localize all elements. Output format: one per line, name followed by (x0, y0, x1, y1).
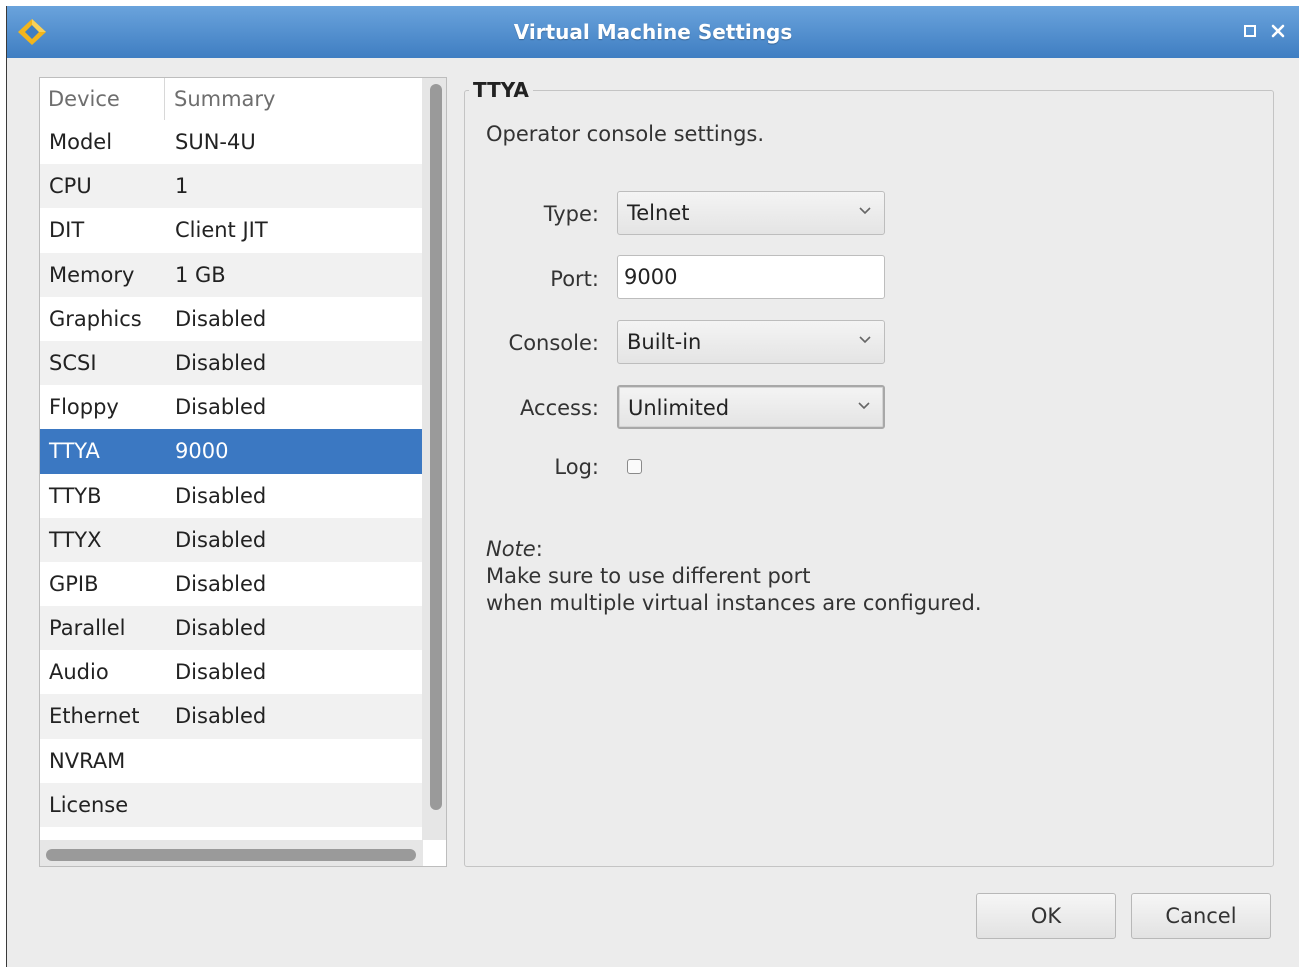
device-summary: SUN-4U (175, 130, 256, 154)
device-name: Memory (49, 262, 135, 287)
column-header-device[interactable]: Device (40, 78, 165, 120)
table-row[interactable]: Memory 1 GB (40, 252, 423, 297)
type-label: Type: (543, 202, 599, 226)
device-name: Ethernet (49, 704, 140, 729)
access-label: Access: (520, 396, 599, 420)
device-name: TTYA (49, 439, 100, 464)
device-name: License (49, 792, 129, 817)
console-label: Console: (508, 331, 599, 355)
device-name: Floppy (49, 395, 119, 420)
table-row[interactable]: NVRAM (40, 738, 423, 783)
device-name: Model (49, 130, 113, 154)
table-row[interactable]: Audio Disabled (40, 650, 423, 695)
device-name: DIT (49, 218, 85, 243)
vertical-scrollbar[interactable] (430, 84, 442, 810)
table-row[interactable]: CPU 1 (40, 164, 423, 209)
table-row[interactable]: GPIB Disabled (40, 561, 423, 607)
device-name: TTYX (49, 527, 102, 552)
device-summary: Disabled (175, 704, 267, 729)
device-name: NVRAM (49, 748, 126, 773)
maximize-button[interactable] (1239, 20, 1261, 42)
close-icon (1271, 24, 1285, 38)
cancel-button[interactable]: Cancel (1131, 893, 1271, 939)
note-line-1: Make sure to use different port (486, 564, 811, 588)
table-row[interactable]: Parallel Disabled (40, 606, 423, 651)
device-name: SCSI (49, 350, 97, 375)
console-dropdown-value: Built-in (627, 330, 702, 354)
device-name: GPIB (49, 571, 99, 596)
close-button[interactable] (1267, 20, 1289, 42)
table-row[interactable]: Floppy Disabled (40, 385, 423, 430)
type-dropdown[interactable]: Telnet (617, 191, 885, 235)
note-line-2: when multiple virtual instances are conf… (486, 591, 982, 615)
table-row[interactable]: TTYX Disabled (40, 517, 423, 562)
device-summary: 9000 (175, 439, 229, 464)
console-dropdown[interactable]: Built-in (617, 320, 885, 364)
table-row[interactable]: DIT Client JIT (40, 208, 423, 253)
window-title: Virtual Machine Settings (513, 20, 793, 44)
chevron-down-icon (859, 207, 871, 215)
table-row[interactable]: Model SUN-4U (40, 120, 423, 165)
table-row[interactable]: License (40, 782, 423, 827)
settings-dialog: Virtual Machine Settings Device Summary … (6, 6, 1299, 967)
device-summary: Disabled (175, 350, 267, 375)
note-title: Note (486, 537, 536, 561)
table-row[interactable]: TTYA 9000 (40, 429, 423, 474)
device-summary: Disabled (175, 571, 267, 596)
maximize-icon (1244, 25, 1256, 37)
log-label: Log: (554, 455, 599, 479)
group-description: Operator console settings. (486, 122, 765, 146)
device-summary: Disabled (175, 306, 267, 331)
device-summary: 1 (175, 174, 189, 199)
port-label: Port: (550, 267, 599, 291)
table-row[interactable]: SCSI Disabled (40, 340, 423, 386)
horizontal-scrollbar[interactable] (46, 849, 416, 861)
device-name: Parallel (49, 616, 126, 641)
device-list[interactable]: Device Summary Model SUN-4U CPU 1 DIT Client … (39, 77, 447, 867)
device-summary: Disabled (175, 483, 267, 508)
port-input[interactable] (617, 255, 885, 299)
table-row[interactable]: Ethernet Disabled (40, 694, 423, 739)
device-summary: Client JIT (175, 218, 268, 243)
ok-button[interactable]: OK (976, 893, 1116, 939)
device-rows: Model SUN-4U CPU 1 DIT Client JIT Memory 1 GB Gr… (40, 120, 423, 840)
group-title: TTYA (469, 78, 533, 102)
note-text: Note: Make sure to use different port wh… (486, 536, 982, 617)
chevron-down-icon (858, 402, 870, 410)
title-bar[interactable]: Virtual Machine Settings (7, 6, 1299, 58)
device-name: TTYB (49, 483, 102, 508)
device-name: CPU (49, 174, 92, 199)
column-header-summary[interactable]: Summary (166, 78, 423, 120)
device-summary: Disabled (175, 527, 267, 552)
access-dropdown[interactable]: Unlimited (617, 385, 885, 429)
chevron-down-icon (859, 336, 871, 344)
table-row[interactable]: Graphics Disabled (40, 296, 423, 341)
list-header: Device Summary (40, 78, 423, 121)
device-summary: 1 GB (175, 262, 226, 287)
note-colon: : (535, 537, 543, 561)
device-summary: Disabled (175, 395, 267, 420)
device-name: Audio (49, 660, 109, 685)
device-summary: Disabled (175, 660, 267, 685)
log-checkbox[interactable] (627, 459, 642, 474)
access-dropdown-value: Unlimited (628, 396, 730, 420)
table-row[interactable]: TTYB Disabled (40, 473, 423, 518)
type-dropdown-value: Telnet (627, 201, 690, 225)
device-name: Graphics (49, 306, 142, 331)
device-summary: Disabled (175, 616, 267, 641)
